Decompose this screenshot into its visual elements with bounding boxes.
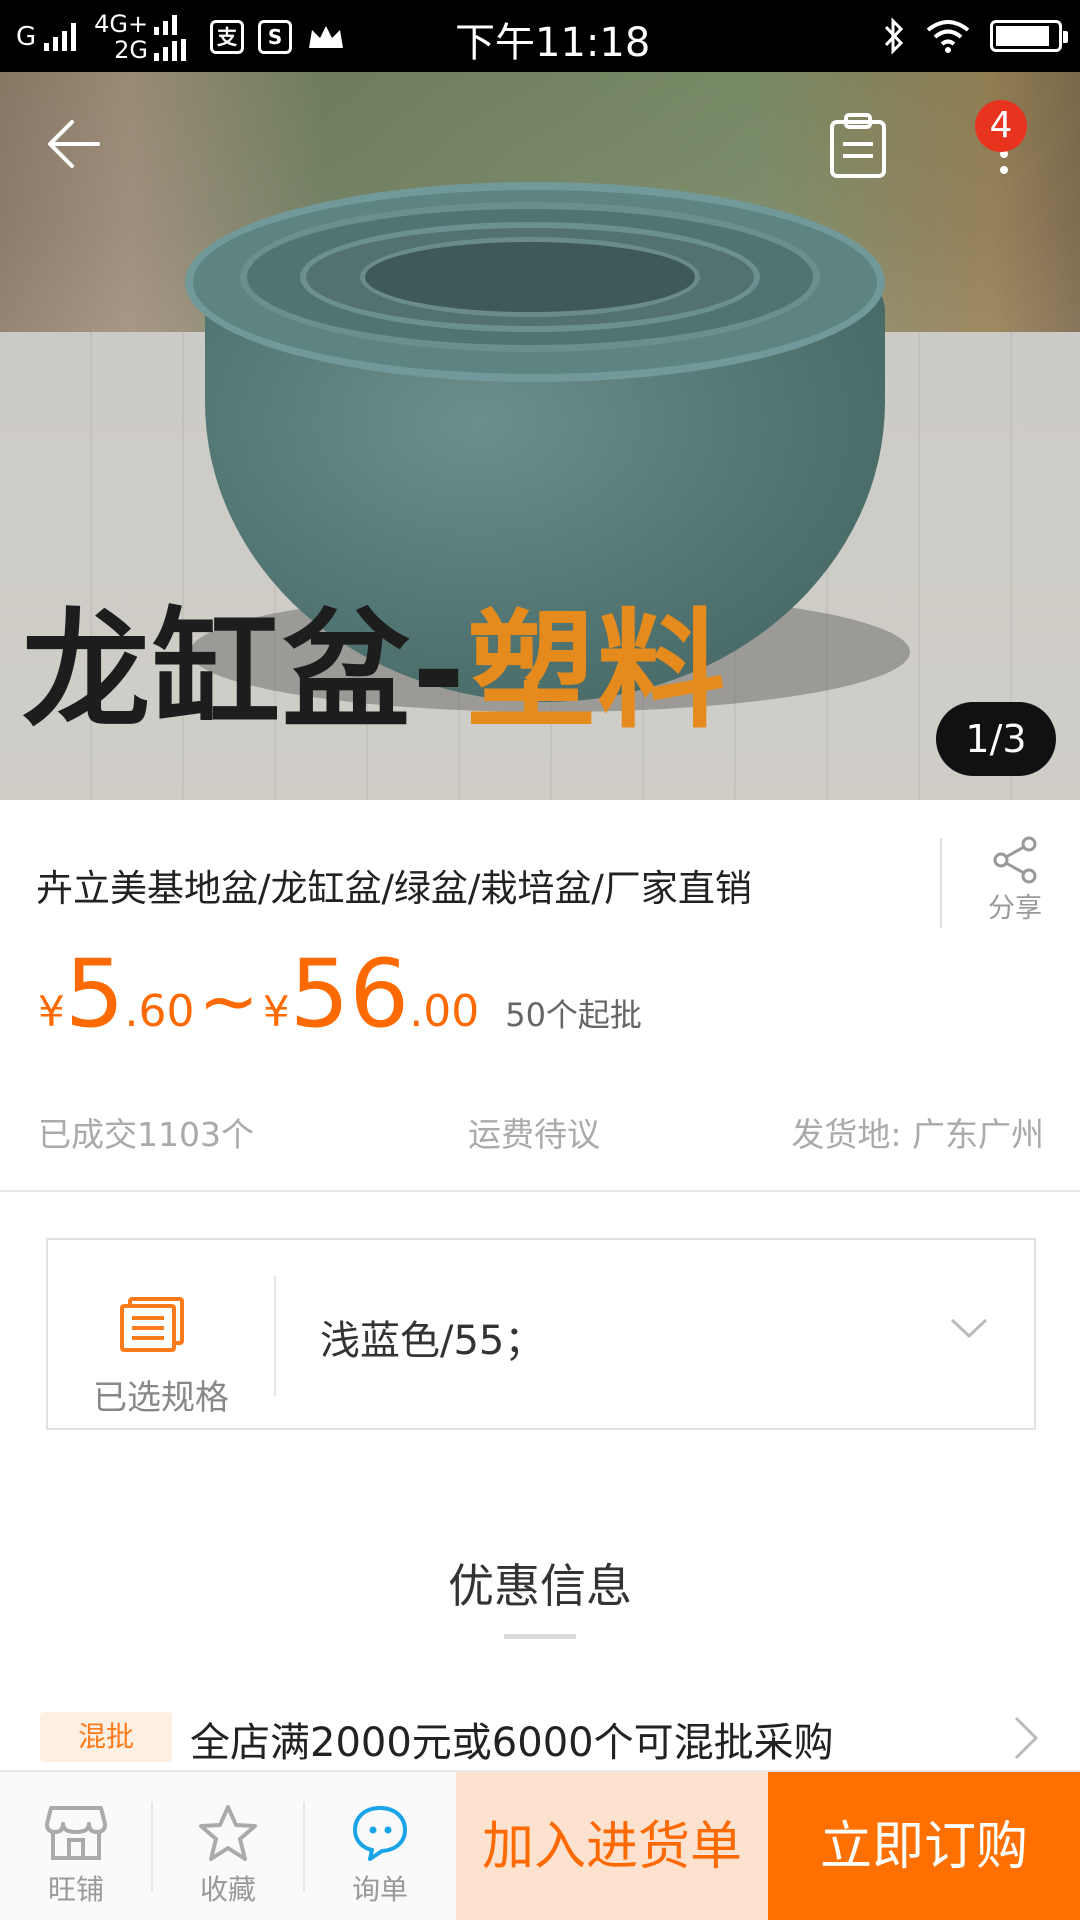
signal-icon <box>154 13 178 35</box>
spec-label-block: 已选规格 <box>48 1240 274 1428</box>
pot-rim <box>360 237 700 317</box>
product-image-carousel[interactable]: 龙缸盆-塑料 4 1/3 <box>0 72 1080 800</box>
add-to-purchase-list-button[interactable]: 加入进货单 <box>456 1772 768 1920</box>
s-app-icon: S <box>258 20 293 54</box>
currency-symbol: ¥ <box>262 987 290 1036</box>
selected-spec-value: 浅蓝色/55； <box>320 1318 545 1364</box>
inquiry-button[interactable]: 询单 <box>304 1772 456 1920</box>
spec-label: 已选规格 <box>93 1378 229 1418</box>
spec-selector[interactable]: 已选规格 浅蓝色/55； <box>46 1238 1036 1430</box>
promotion-item[interactable]: 混批 全店满2000元或6000个可混批采购 <box>0 1700 1080 1770</box>
favorite-label: 收藏 <box>199 1873 256 1906</box>
network-type-label: 2G <box>114 36 149 64</box>
image-pager-indicator: 1/3 <box>936 702 1056 776</box>
currency-symbol: ¥ <box>38 987 65 1036</box>
wifi-icon <box>926 20 970 53</box>
inquiry-label: 询单 <box>351 1873 408 1906</box>
cart-count-badge: 4 <box>975 100 1027 152</box>
chat-bubble-icon <box>353 1806 407 1861</box>
shipping-fee: 运费待议 <box>468 1115 600 1154</box>
spec-list-icon <box>120 1297 184 1352</box>
share-button[interactable]: 分享 <box>980 836 1050 925</box>
bluetooth-icon <box>884 17 904 55</box>
promotions-heading: 优惠信息 <box>448 1559 632 1613</box>
share-label: 分享 <box>988 893 1042 924</box>
promotion-text: 全店满2000元或6000个可混批采购 <box>190 1720 834 1766</box>
shop-button[interactable]: 旺铺 <box>0 1772 152 1920</box>
shop-label: 旺铺 <box>47 1873 104 1906</box>
image-caption-main: 龙缸盆- <box>22 597 468 746</box>
chevron-down-icon <box>950 1318 988 1339</box>
promotion-tag: 混批 <box>40 1712 172 1762</box>
price-separator: ~ <box>198 959 259 1043</box>
minimum-order-quantity: 50个起批 <box>505 996 642 1034</box>
image-caption-accent: 塑料 <box>467 597 728 746</box>
signal-icon <box>154 39 187 61</box>
store-icon <box>45 1806 107 1860</box>
back-arrow-icon[interactable] <box>44 112 108 176</box>
chevron-right-icon <box>1014 1716 1039 1760</box>
section-divider <box>0 1190 1080 1192</box>
divider <box>940 838 942 928</box>
battery-level <box>996 26 1050 46</box>
battery-icon <box>990 20 1068 52</box>
product-title: 卉立美基地盆/龙缸盆/绿盆/栽培盆/厂家直销 <box>36 867 752 910</box>
product-stats: 已成交1103个 运费待议 发货地: 广东广州 <box>38 1108 1044 1158</box>
status-bar: G 4G+ 2G 支 S 下午11:18 <box>0 0 1080 72</box>
image-caption: 龙缸盆-塑料 <box>22 597 727 747</box>
status-time: 下午11:18 <box>455 20 651 66</box>
price-range: ¥ 5 .60 ~ ¥ 56 .00 50个起批 <box>38 945 642 1045</box>
price-max-integer: 56 <box>289 940 410 1049</box>
heading-underline <box>504 1634 576 1639</box>
price-min-integer: 5 <box>64 940 125 1049</box>
price-min-decimal: .60 <box>124 986 195 1037</box>
share-icon <box>993 836 1037 884</box>
star-icon <box>199 1805 257 1861</box>
signal-icon <box>44 23 77 51</box>
clipboard-icon[interactable] <box>828 112 888 180</box>
buy-now-button[interactable]: 立即订购 <box>768 1772 1080 1920</box>
crown-icon <box>309 26 344 48</box>
sold-count: 已成交1103个 <box>38 1115 254 1154</box>
carrier-label: G <box>16 22 37 52</box>
bottom-action-bar: 旺铺 收藏 询单 加入进货单 立即订购 <box>0 1770 1080 1920</box>
ship-from-location: 发货地: 广东广州 <box>791 1115 1044 1154</box>
divider <box>274 1276 276 1396</box>
favorite-button[interactable]: 收藏 <box>152 1772 304 1920</box>
network-type-label: 4G+ <box>94 10 149 38</box>
alipay-icon: 支 <box>210 20 245 54</box>
price-max-decimal: .00 <box>409 986 480 1037</box>
